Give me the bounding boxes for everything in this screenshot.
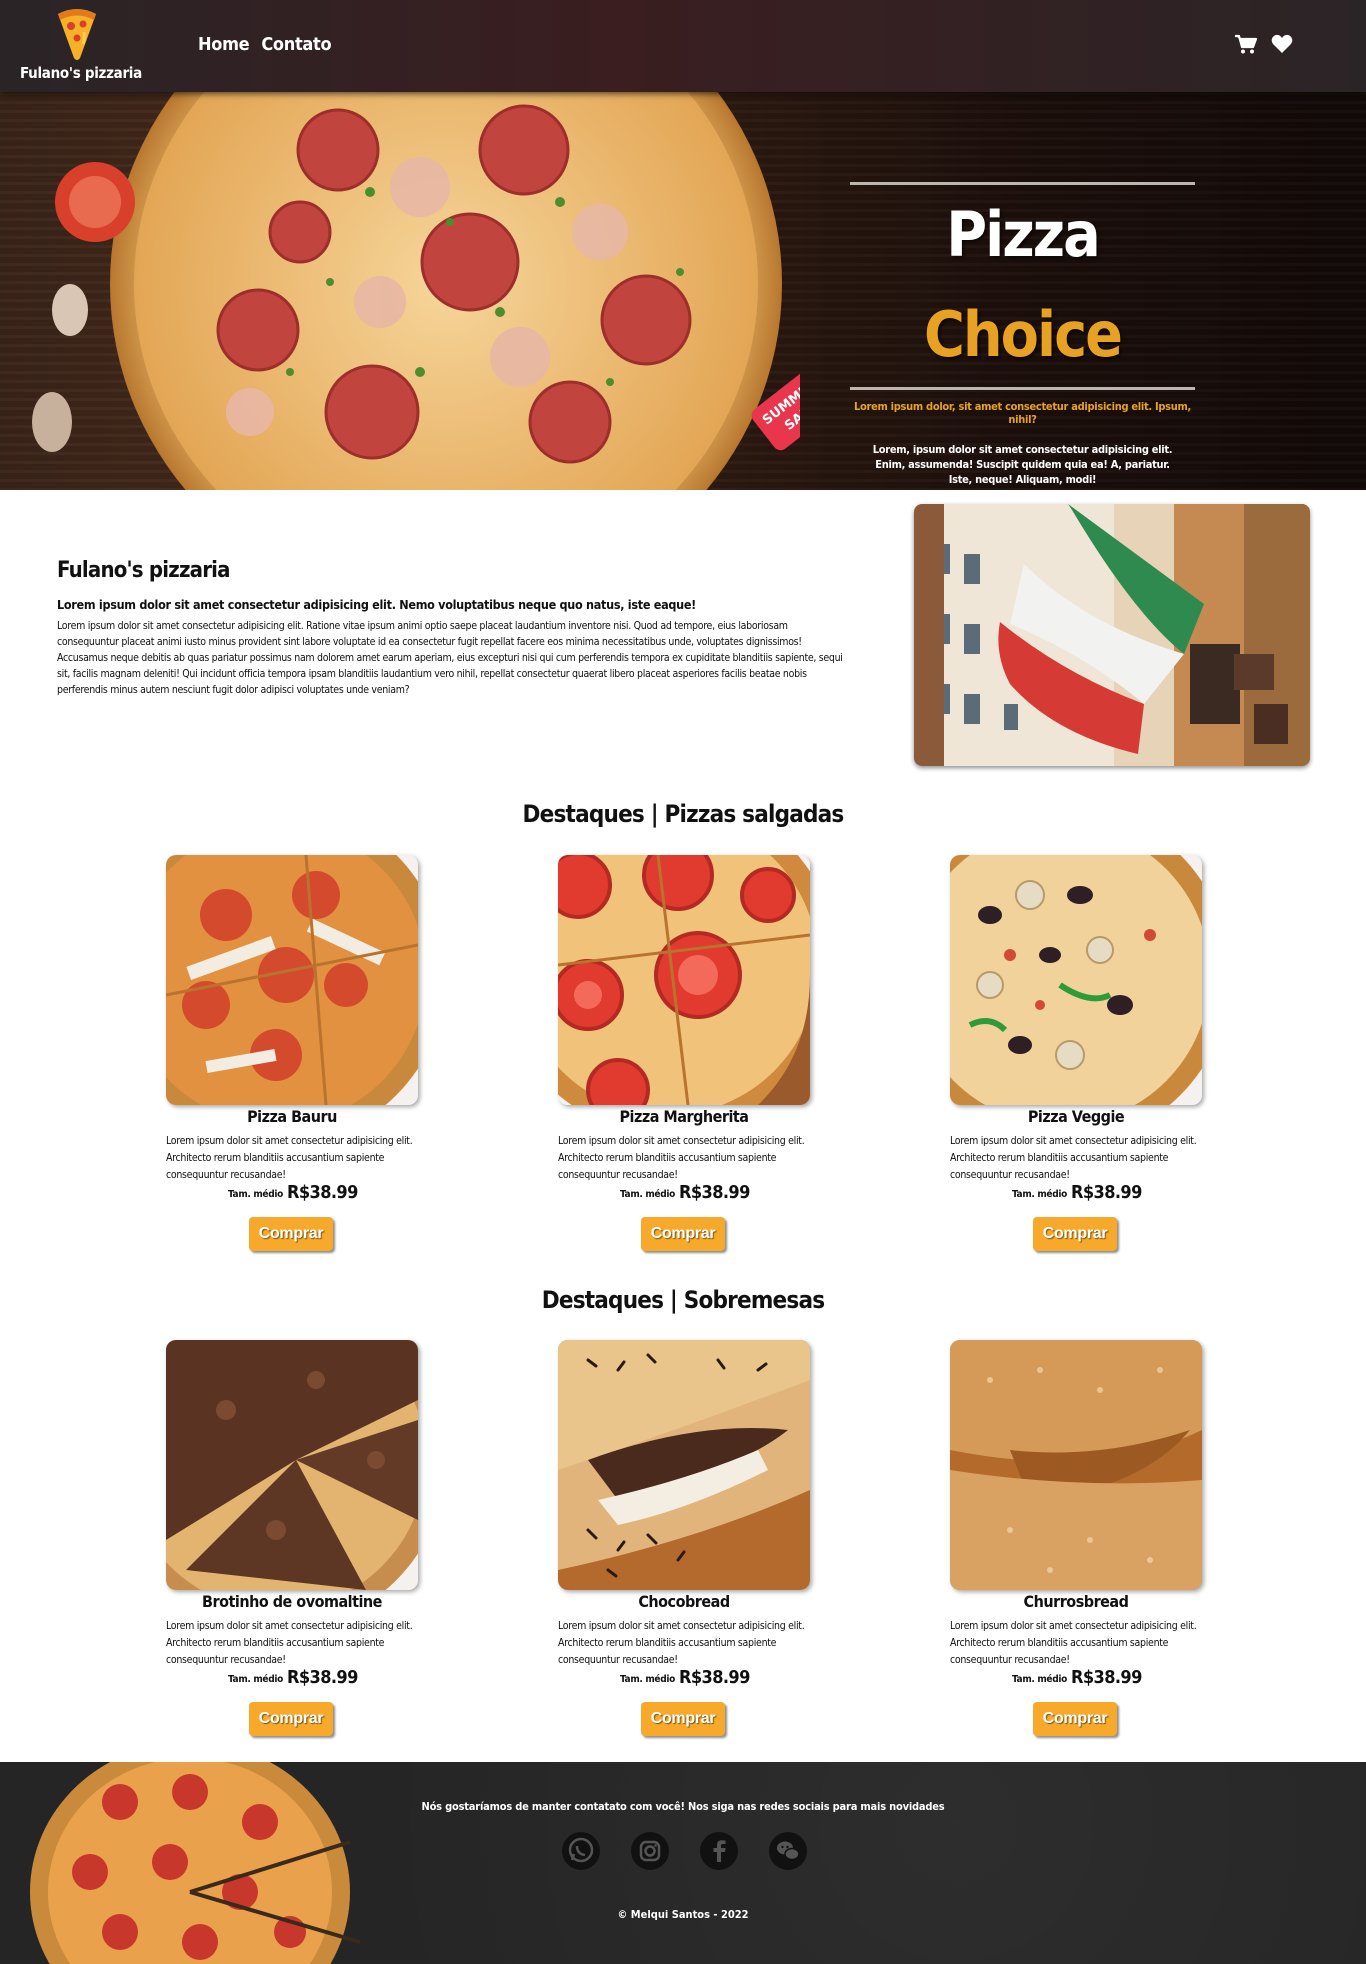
footer-message: Nós gostaríamos de manter contatato com … (421, 1800, 945, 1813)
chocobread-image[interactable] (558, 1340, 810, 1590)
pizza-logo-icon (58, 9, 96, 60)
product-name: Pizza Margherita (619, 1107, 749, 1126)
product-price: R$38.99 (679, 1182, 750, 1203)
buy-button[interactable]: Comprar (641, 1217, 725, 1251)
desserts-section-title: Destaques | Sobremesas (541, 1286, 825, 1314)
product-description: Lorem ipsum dolor sit amet consectetur a… (950, 1135, 1197, 1181)
product-card: Pizza Veggie Lorem ipsum dolor sit amet … (950, 855, 1202, 1265)
product-price: R$38.99 (287, 1182, 358, 1203)
product-size: Tam. médio (1012, 1189, 1068, 1200)
hero-pizza-image: SUMMER SALE (32, 92, 800, 490)
product-size: Tam. médio (228, 1189, 284, 1200)
product-name: Churrosbread (1023, 1592, 1129, 1611)
nav-links: Home Contato (198, 34, 332, 55)
product-name: Chocobread (638, 1592, 730, 1611)
hero-divider-bottom (850, 387, 1195, 390)
product-size: Tam. médio (228, 1674, 284, 1685)
about-lead: Lorem ipsum dolor sit amet consectetur a… (57, 597, 696, 612)
brand[interactable]: Fulano's pizzaria (20, 6, 142, 86)
navbar: Fulano's pizzaria Home Contato (0, 0, 1366, 92)
buy-button[interactable]: Comprar (1033, 1702, 1117, 1736)
hero-subtitle: Lorem ipsum dolor, sit amet consectetur … (854, 400, 1191, 426)
hero-description: Lorem, ipsum dolor sit amet consectetur … (872, 443, 1173, 486)
heart-icon[interactable] (1270, 32, 1294, 56)
product-size: Tam. médio (620, 1189, 676, 1200)
product-price: R$38.99 (287, 1667, 358, 1688)
product-card: Chocobread Lorem ipsum dolor sit amet co… (558, 1340, 810, 1750)
buy-button[interactable]: Comprar (1033, 1217, 1117, 1251)
hero-title: Pizza Choice (850, 185, 1195, 385)
pizza-veggie-image[interactable] (950, 855, 1202, 1105)
hero-title-accent: Choice (924, 298, 1123, 371)
about-section: Fulano's pizzaria Lorem ipsum dolor sit … (0, 490, 1366, 780)
product-card: Churrosbread Lorem ipsum dolor sit amet … (950, 1340, 1202, 1750)
product-description: Lorem ipsum dolor sit amet consectetur a… (950, 1620, 1197, 1666)
footer-pizza-image (30, 1762, 361, 1964)
cart-icon[interactable] (1234, 32, 1258, 56)
buy-button[interactable]: Comprar (249, 1217, 333, 1251)
social-links (562, 1832, 807, 1870)
product-name: Pizza Bauru (247, 1107, 337, 1126)
wechat-icon[interactable] (769, 1832, 807, 1870)
product-price: R$38.99 (679, 1667, 750, 1688)
brotinho-ovomaltine-image[interactable] (166, 1340, 418, 1590)
product-description: Lorem ipsum dolor sit amet consectetur a… (558, 1620, 805, 1666)
brand-name: Fulano's pizzaria (20, 64, 142, 82)
product-card: Brotinho de ovomaltine Lorem ipsum dolor… (166, 1340, 418, 1750)
italy-flag-photo (914, 504, 1310, 766)
pizzas-section-title: Destaques | Pizzas salgadas (522, 800, 845, 828)
facebook-icon[interactable] (700, 1832, 738, 1870)
product-name: Brotinho de ovomaltine (202, 1592, 382, 1611)
hero-text-block: Pizza Choice Lorem ipsum dolor, sit amet… (850, 182, 1195, 487)
product-size: Tam. médio (620, 1674, 676, 1685)
product-name: Pizza Veggie (1027, 1107, 1125, 1126)
copyright: © Melqui Santos - 2022 (617, 1908, 749, 1921)
about-title: Fulano's pizzaria (57, 558, 231, 583)
buy-button[interactable]: Comprar (249, 1702, 333, 1736)
product-card: Pizza Bauru Lorem ipsum dolor sit amet c… (166, 855, 418, 1265)
product-card: Pizza Margherita Lorem ipsum dolor sit a… (558, 855, 810, 1265)
pizza-bauru-image[interactable] (166, 855, 418, 1105)
nav-link-contato[interactable]: Contato (261, 34, 331, 55)
nav-icons (1234, 32, 1294, 56)
whatsapp-icon[interactable] (562, 1832, 600, 1870)
footer: Nós gostaríamos de manter contatato com … (0, 1762, 1366, 1964)
product-description: Lorem ipsum dolor sit amet consectetur a… (558, 1135, 805, 1181)
product-price: R$38.99 (1071, 1667, 1142, 1688)
product-price: R$38.99 (1071, 1182, 1142, 1203)
pizza-margherita-image[interactable] (558, 855, 810, 1105)
buy-button[interactable]: Comprar (641, 1702, 725, 1736)
product-description: Lorem ipsum dolor sit amet consectetur a… (166, 1620, 413, 1666)
nav-link-home[interactable]: Home (198, 34, 250, 55)
hero-banner: SUMMER SALE Pizza Choice Lorem ipsum dol… (0, 92, 1366, 490)
product-size: Tam. médio (1012, 1674, 1068, 1685)
instagram-icon[interactable] (631, 1832, 669, 1870)
product-description: Lorem ipsum dolor sit amet consectetur a… (166, 1135, 413, 1181)
churrosbread-image[interactable] (950, 1340, 1202, 1590)
about-body: Lorem ipsum dolor sit amet consectetur a… (57, 620, 843, 696)
hero-title-main: Pizza (946, 198, 1101, 271)
